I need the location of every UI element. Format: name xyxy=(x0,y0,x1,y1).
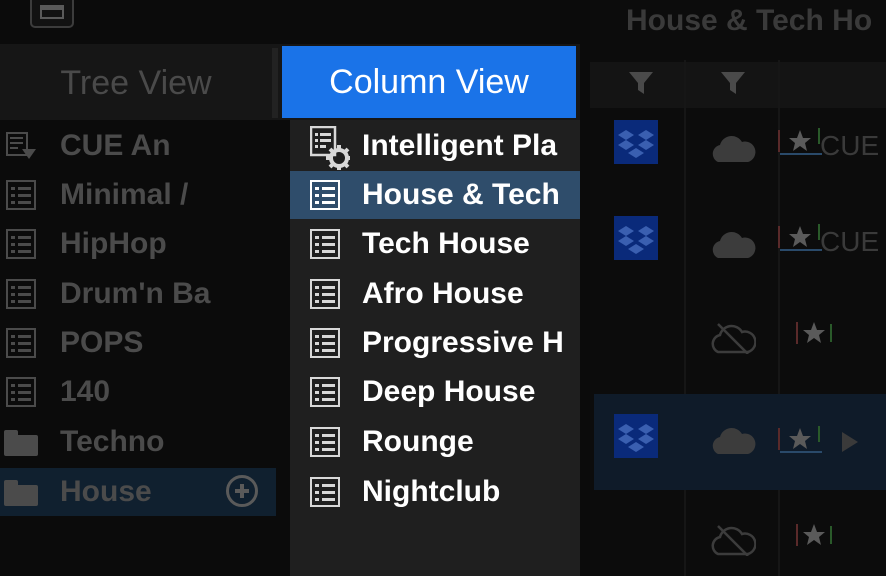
tree-item-house[interactable]: House xyxy=(0,468,276,516)
tree-item-pops[interactable]: POPS xyxy=(0,319,276,367)
tree-item-label: POPS xyxy=(60,326,144,359)
tab-divider xyxy=(272,48,278,118)
column-item-rounge[interactable]: Rounge xyxy=(290,418,580,466)
column-item-house-tech[interactable]: House & Tech xyxy=(290,171,580,219)
tree-item-label: CUE An xyxy=(60,129,171,162)
tree-item-label: Drum'n Ba xyxy=(60,277,211,310)
rating-icon xyxy=(796,322,832,344)
column-item-label: Afro House xyxy=(362,277,524,310)
folder-icon xyxy=(4,480,38,506)
filter-icon[interactable] xyxy=(718,68,748,98)
track-row[interactable] xyxy=(594,508,886,576)
filter-row xyxy=(590,62,886,108)
column-item-tech-house[interactable]: Tech House xyxy=(290,220,580,268)
playlist-icon xyxy=(310,477,340,507)
rating-icon xyxy=(796,524,832,546)
playlist-icon xyxy=(310,427,340,457)
column-item-label: Deep House xyxy=(362,375,536,408)
tree-item-techno[interactable]: Techno xyxy=(0,418,276,466)
plus-circle-icon[interactable] xyxy=(226,475,258,507)
playlist-icon xyxy=(310,377,340,407)
tree-item-140[interactable]: 140 xyxy=(0,368,276,416)
playlist-icon xyxy=(310,180,340,210)
tree-item-label: 140 xyxy=(60,375,111,408)
track-list-pane: House & Tech Ho CUE CUE xyxy=(590,0,886,576)
track-row[interactable] xyxy=(594,394,886,490)
column-view-pane: Intelligent Pla House & Tech Tech House … xyxy=(290,120,580,576)
play-icon[interactable] xyxy=(840,430,860,454)
playlist-icon xyxy=(6,377,36,407)
playlist-icon xyxy=(310,328,340,358)
dropbox-icon xyxy=(614,216,658,260)
tree-item-cue-analysis[interactable]: CUE An xyxy=(0,122,276,170)
playlist-icon xyxy=(6,279,36,309)
column-item-label: Nightclub xyxy=(362,475,501,508)
tree-item-label: House xyxy=(60,475,152,508)
column-item-label: Rounge xyxy=(362,425,474,458)
dropbox-icon xyxy=(614,120,658,164)
playlist-icon xyxy=(310,279,340,309)
intelligent-playlist-icon xyxy=(310,126,350,170)
tree-item-minimal[interactable]: Minimal / xyxy=(0,171,276,219)
column-item-deep-house[interactable]: Deep House xyxy=(290,368,580,416)
tree-item-label: Techno xyxy=(60,425,165,458)
cloud-offline-icon xyxy=(711,525,756,556)
tab-column-view[interactable]: Column View xyxy=(282,46,576,118)
filter-icon[interactable] xyxy=(626,68,656,98)
cloud-icon xyxy=(712,232,756,258)
cue-label: CUE xyxy=(820,130,880,161)
column-item-nightclub[interactable]: Nightclub xyxy=(290,468,580,516)
column-item-label: Intelligent Pla xyxy=(362,129,558,162)
tree-item-drum-n-bass[interactable]: Drum'n Ba xyxy=(0,270,276,318)
column-item-progressive-house[interactable]: Progressive H xyxy=(290,319,580,367)
dropbox-icon xyxy=(614,414,658,458)
track-row[interactable]: CUE xyxy=(594,212,886,308)
column-item-label: Progressive H xyxy=(362,326,564,359)
playlist-icon xyxy=(6,229,36,259)
window-layout-button[interactable] xyxy=(30,0,74,28)
cloud-icon xyxy=(712,428,756,454)
cue-label: CUE xyxy=(820,226,880,257)
column-item-afro-house[interactable]: Afro House xyxy=(290,270,580,318)
playlist-icon xyxy=(6,180,36,210)
column-item-label: House & Tech xyxy=(362,178,560,211)
playlist-title: House & Tech Ho xyxy=(626,4,873,37)
playlist-icon xyxy=(6,328,36,358)
smart-playlist-icon xyxy=(6,132,36,159)
track-row[interactable]: CUE xyxy=(594,116,886,212)
folder-icon xyxy=(4,430,38,456)
column-item-intelligent-playlist[interactable]: Intelligent Pla xyxy=(290,122,580,170)
track-row[interactable] xyxy=(594,306,886,402)
tree-item-label: HipHop xyxy=(60,227,167,260)
window-icon xyxy=(40,5,64,19)
cloud-icon xyxy=(712,136,756,162)
tree-item-hiphop[interactable]: HipHop xyxy=(0,220,276,268)
rating-cue-icon xyxy=(778,426,822,453)
tree-item-label: Minimal / xyxy=(60,178,189,211)
column-item-label: Tech House xyxy=(362,227,530,260)
tree-pane: CUE An Minimal / HipHop Drum'n Ba POPS 1… xyxy=(0,120,276,576)
playlist-icon xyxy=(310,229,340,259)
tab-tree-view[interactable]: Tree View xyxy=(0,48,272,118)
cloud-offline-icon xyxy=(711,323,756,354)
